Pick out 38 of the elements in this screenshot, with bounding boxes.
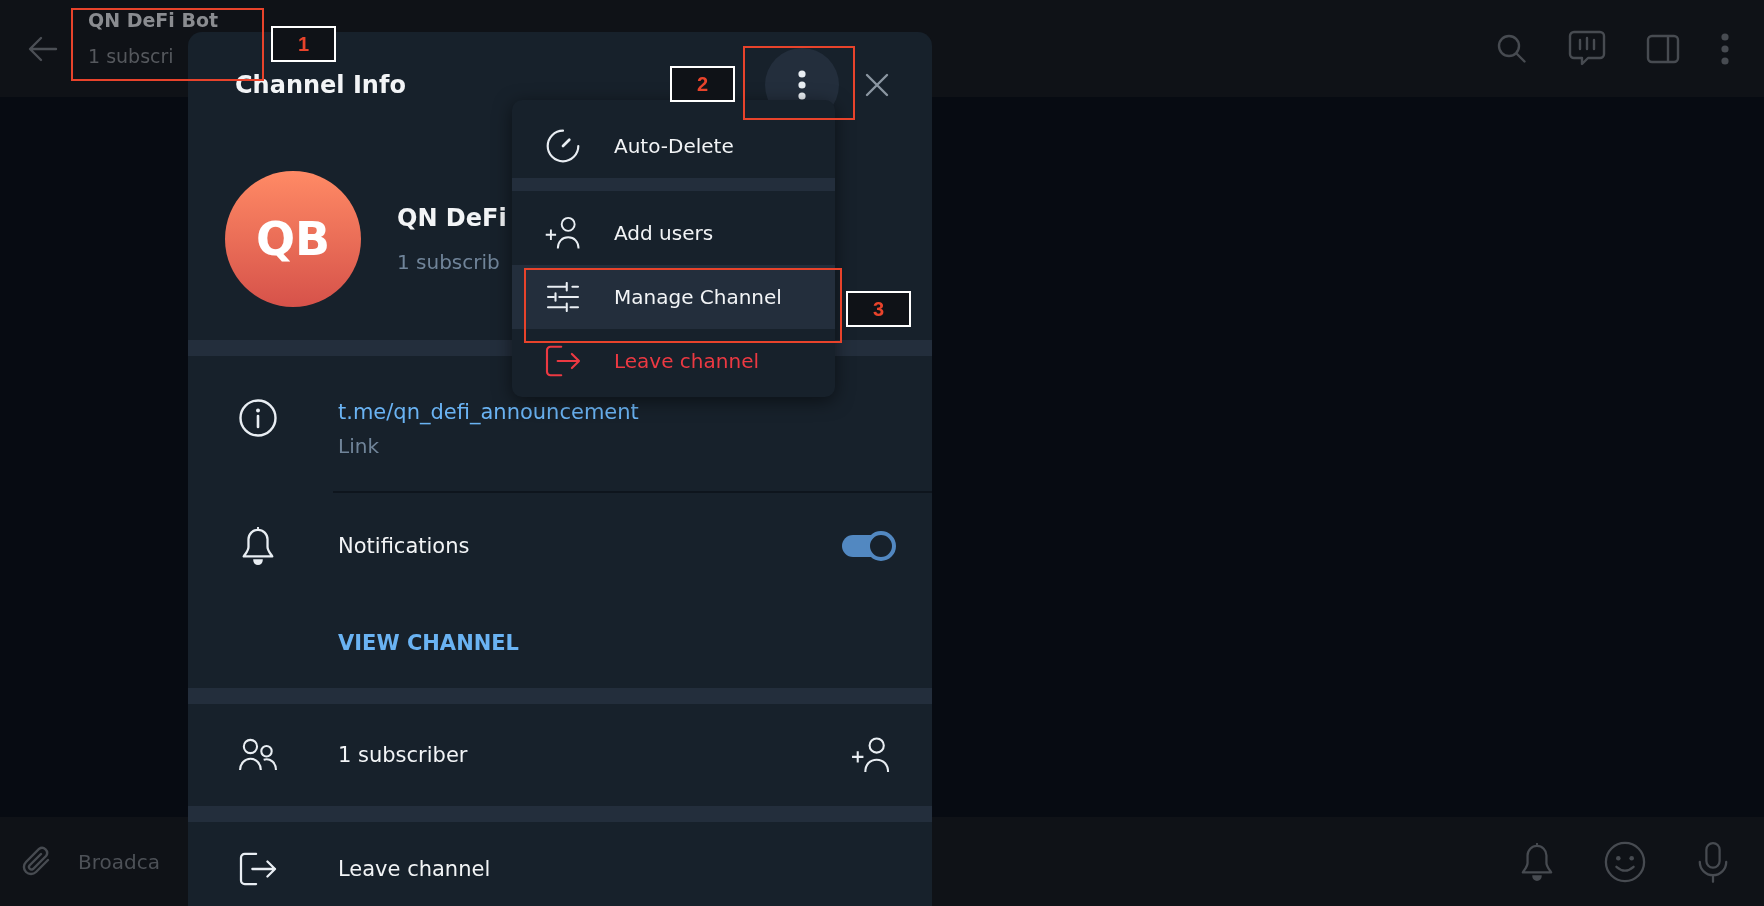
smiley-icon[interactable]	[1604, 840, 1646, 883]
view-channel-button[interactable]: VIEW CHANNEL	[338, 627, 519, 659]
add-user-icon	[544, 216, 582, 250]
microphone-icon[interactable]	[1696, 840, 1730, 883]
panel-title: Channel Info	[235, 71, 406, 99]
link-caption: Link	[338, 434, 380, 458]
close-icon[interactable]	[865, 73, 889, 97]
more-icon[interactable]	[1720, 32, 1730, 65]
menu-item[interactable]: Add users	[512, 201, 835, 265]
sliders-icon	[544, 282, 582, 312]
comments-icon[interactable]	[1568, 29, 1606, 68]
leave-channel-label[interactable]: Leave channel	[338, 857, 491, 881]
sidebar-icon[interactable]	[1646, 33, 1680, 64]
step-number: 3	[846, 291, 911, 327]
channel-subtitle: 1 subscrib	[397, 250, 501, 274]
menu-item[interactable]: Leave channel	[512, 329, 835, 393]
users-icon	[238, 738, 278, 772]
more-icon	[797, 70, 807, 100]
exit-icon	[238, 852, 278, 886]
step-number: 1	[271, 26, 336, 62]
chat-title: QN DeFi Bot	[88, 9, 219, 31]
chat-subtitle: 1 subscri	[88, 45, 175, 67]
bell-icon[interactable]	[1520, 841, 1554, 882]
menu-item[interactable]: Auto-Delete	[512, 110, 835, 191]
add-user-icon[interactable]	[850, 737, 892, 773]
menu-item[interactable]: Manage Channel	[512, 265, 835, 329]
channel-name: QN DeFi	[397, 204, 507, 232]
message-input[interactable]: Broadca	[78, 849, 168, 874]
info-icon	[238, 398, 278, 438]
channel-link[interactable]: t.me/qn_defi_announcement	[338, 400, 639, 424]
back-arrow-icon[interactable]	[28, 35, 58, 62]
step-number: 2	[670, 66, 735, 102]
avatar: QB	[225, 171, 361, 307]
notifications-label: Notifications	[338, 533, 470, 558]
timer-icon	[544, 128, 582, 164]
subscribers-label: 1 subscriber	[338, 743, 468, 767]
exit-icon	[544, 345, 582, 377]
search-icon[interactable]	[1496, 32, 1528, 65]
